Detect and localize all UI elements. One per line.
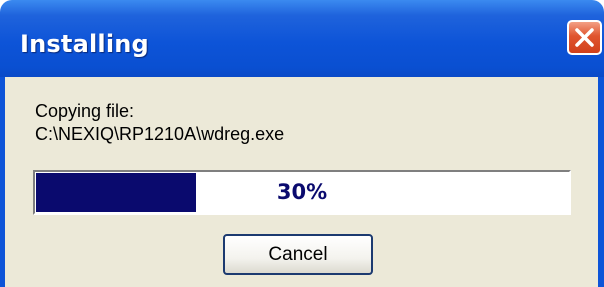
close-icon — [575, 28, 594, 47]
cancel-button[interactable]: Cancel — [223, 234, 373, 275]
file-path-label: C:\NEXIQ\RP1210A\wdreg.exe — [35, 124, 285, 144]
title-bar[interactable]: Installing — [0, 0, 604, 85]
window-title: Installing — [20, 30, 149, 58]
progress-percent: 30% — [276, 180, 328, 204]
progress-track: 30% — [35, 172, 569, 213]
close-button[interactable] — [567, 20, 602, 55]
progress-bar: 30% — [33, 170, 571, 215]
installer-dialog: Installing Copying file: C:\NEXIQ\RP1210… — [0, 0, 604, 287]
window-frame-right — [598, 77, 604, 287]
status-label: Copying file: — [35, 101, 135, 121]
window-frame-left — [0, 77, 5, 287]
